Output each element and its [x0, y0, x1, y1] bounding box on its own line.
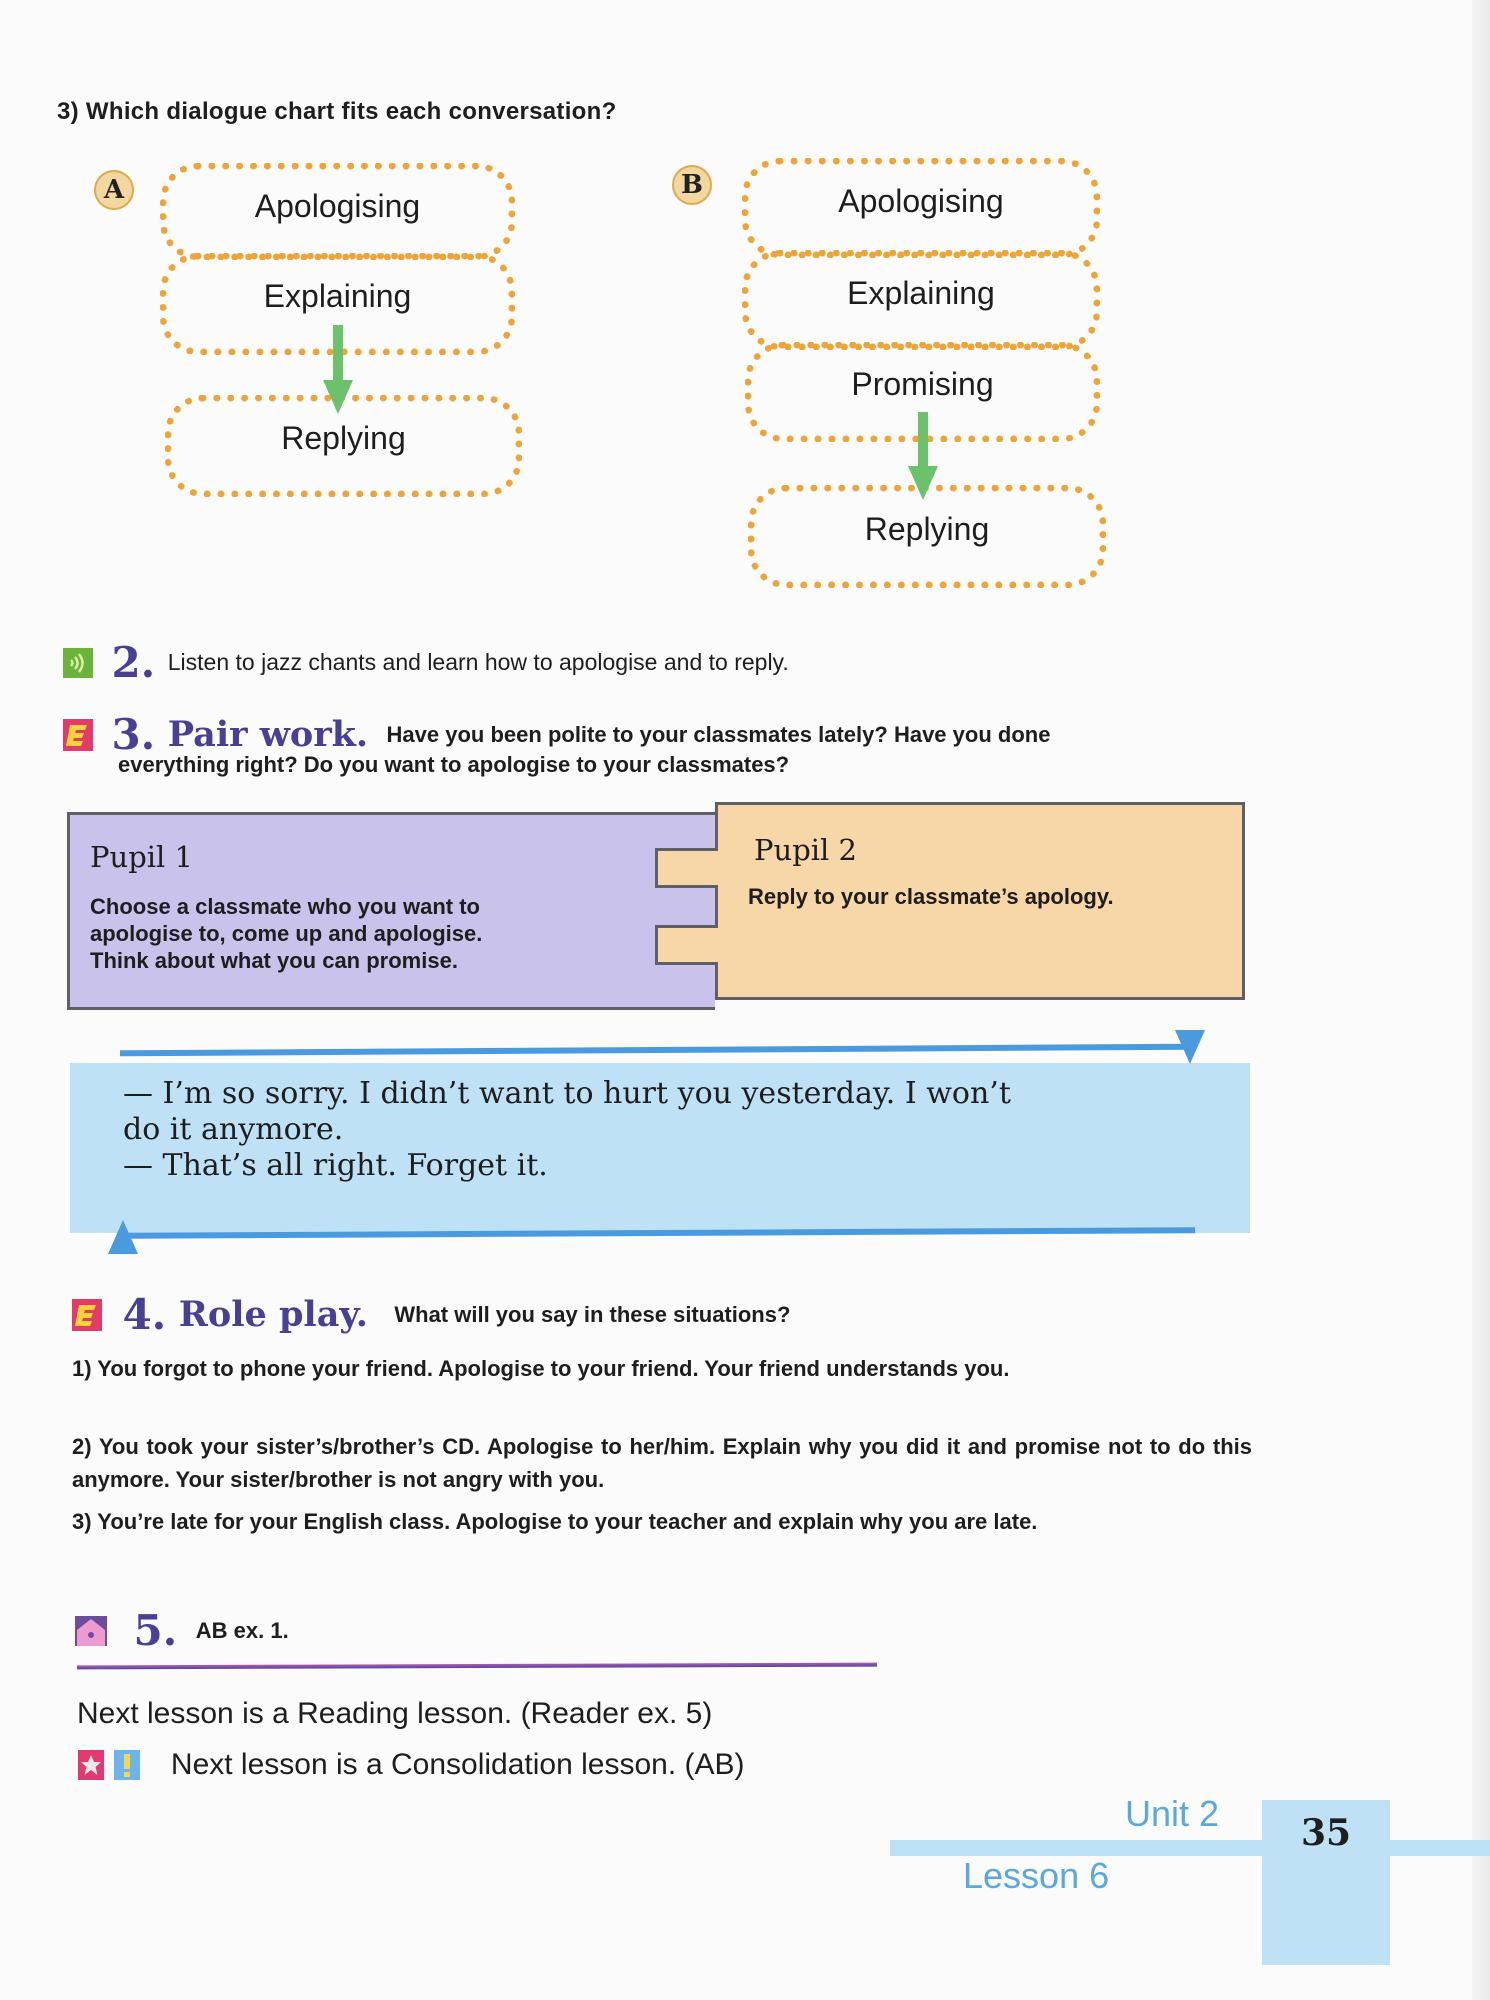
- chart-a-step-1: Apologising: [254, 188, 421, 224]
- chart-b-step-4: Replying: [864, 511, 990, 547]
- puzzle-notch-top: [655, 848, 718, 888]
- pupil-2-card: Pupil 2 Reply to your classmate’s apolog…: [715, 802, 1245, 1000]
- dialogue-line-1: — I’m so sorry. I didn’t want to hurt yo…: [123, 1076, 1011, 1111]
- dialogue-line-2: — That’s all right. Forget it.: [123, 1148, 548, 1183]
- exercise-4-instruction: What will you say in these situations?: [394, 1301, 791, 1327]
- next-reading-lesson: Next lesson is a Reading lesson. (Reader…: [77, 1697, 713, 1730]
- footer-bar: [890, 1840, 1490, 1856]
- exercise-4-title: Role play.: [178, 1294, 368, 1335]
- arrow-up-icon: [108, 1220, 138, 1254]
- pupil-1-card: Pupil 1 Choose a classmate who you want …: [67, 812, 715, 1010]
- chart-a-step-3: Replying: [281, 420, 406, 456]
- exercise-3-instruction-line-1: Have you been polite to your classmates …: [386, 721, 1051, 747]
- pupil-1-instructions: Choose a classmate who you want to apolo…: [90, 893, 650, 974]
- pupil-1-line-3: Think about what you can promise.: [90, 948, 458, 973]
- exercise-2-text: Listen to jazz chants and learn how to a…: [167, 649, 789, 675]
- dialogue-top-line: [119, 1043, 1193, 1057]
- exercise-5: 5. AB ex. 1.: [75, 1606, 289, 1655]
- speaking-e-icon: [72, 1298, 102, 1331]
- chart-b-arrow-down-icon: [908, 466, 938, 500]
- pupil-1-line-1: Choose a classmate who you want to: [90, 894, 480, 919]
- next-consolidation-line: Next lesson is a Consolidation lesson. (…: [78, 1748, 745, 1782]
- pupil-1-title: Pupil 1: [90, 840, 193, 874]
- exercise-3-title: Pair work.: [167, 714, 369, 755]
- role-play-situation-1: 1) You forgot to phone your friend. Apol…: [72, 1356, 1010, 1381]
- chart-b-step-3: Promising: [851, 366, 994, 402]
- chart-a-arrow-down-icon: [323, 380, 353, 414]
- role-play-situation-3: 3) You’re late for your English class. A…: [72, 1509, 1038, 1534]
- next-consolidation-lesson: Next lesson is a Consolidation lesson. (…: [170, 1748, 745, 1781]
- exercise-2: 2. Listen to jazz chants and learn how t…: [63, 638, 789, 687]
- pupil-1-line-2: apologise to, come up and apologise.: [90, 921, 483, 946]
- dialogue-text: — I’m so sorry. I didn’t want to hurt yo…: [123, 1076, 1223, 1184]
- section-divider: [76, 1662, 878, 1670]
- exercise-2-number: 2.: [111, 638, 156, 687]
- exclamation-icon: [114, 1750, 141, 1780]
- pupil-2-title: Pupil 2: [754, 833, 857, 867]
- role-play-situation-2: 2) You took your sister’s/brother’s CD. …: [72, 1434, 1252, 1492]
- puzzle-notch-bottom: [655, 925, 718, 965]
- question-3-heading: 3) Which dialogue chart fits each conver…: [57, 98, 617, 125]
- chart-b-step-1: Apologising: [838, 183, 1004, 219]
- unit-label: Unit 2: [1125, 1793, 1220, 1834]
- chart-b-arrow-stem: [918, 412, 928, 472]
- page-number: 35: [1300, 1812, 1352, 1854]
- page-edge-shadow: [1472, 0, 1490, 2000]
- chart-a-step-2: Explaining: [263, 278, 412, 314]
- dialogue-line-1-continued: do it anymore.: [123, 1112, 344, 1147]
- pupil-2-instructions: Reply to your classmate’s apology.: [748, 884, 1114, 909]
- home-icon: [75, 1615, 107, 1646]
- speaking-e-icon: [63, 718, 93, 751]
- lesson-label: Lesson 6: [963, 1855, 1110, 1896]
- exercise-5-number: 5.: [133, 1606, 178, 1655]
- chart-a-arrow-stem: [333, 325, 343, 385]
- exercise-4-number: 4.: [122, 1290, 167, 1339]
- chart-b-step-2: Explaining: [847, 275, 995, 311]
- chart-b-badge: B: [672, 165, 712, 205]
- audio-listen-icon[interactable]: [63, 647, 93, 678]
- exercise-4-heading: 4. Role play. What will you say in these…: [72, 1290, 790, 1339]
- exercise-3-instruction-line-2: everything right? Do you want to apologi…: [118, 752, 790, 777]
- chart-a-badge: A: [94, 170, 134, 210]
- arrow-down-icon: [1175, 1030, 1205, 1064]
- star-icon: [78, 1750, 104, 1780]
- exercise-5-text: AB ex. 1.: [195, 1617, 289, 1643]
